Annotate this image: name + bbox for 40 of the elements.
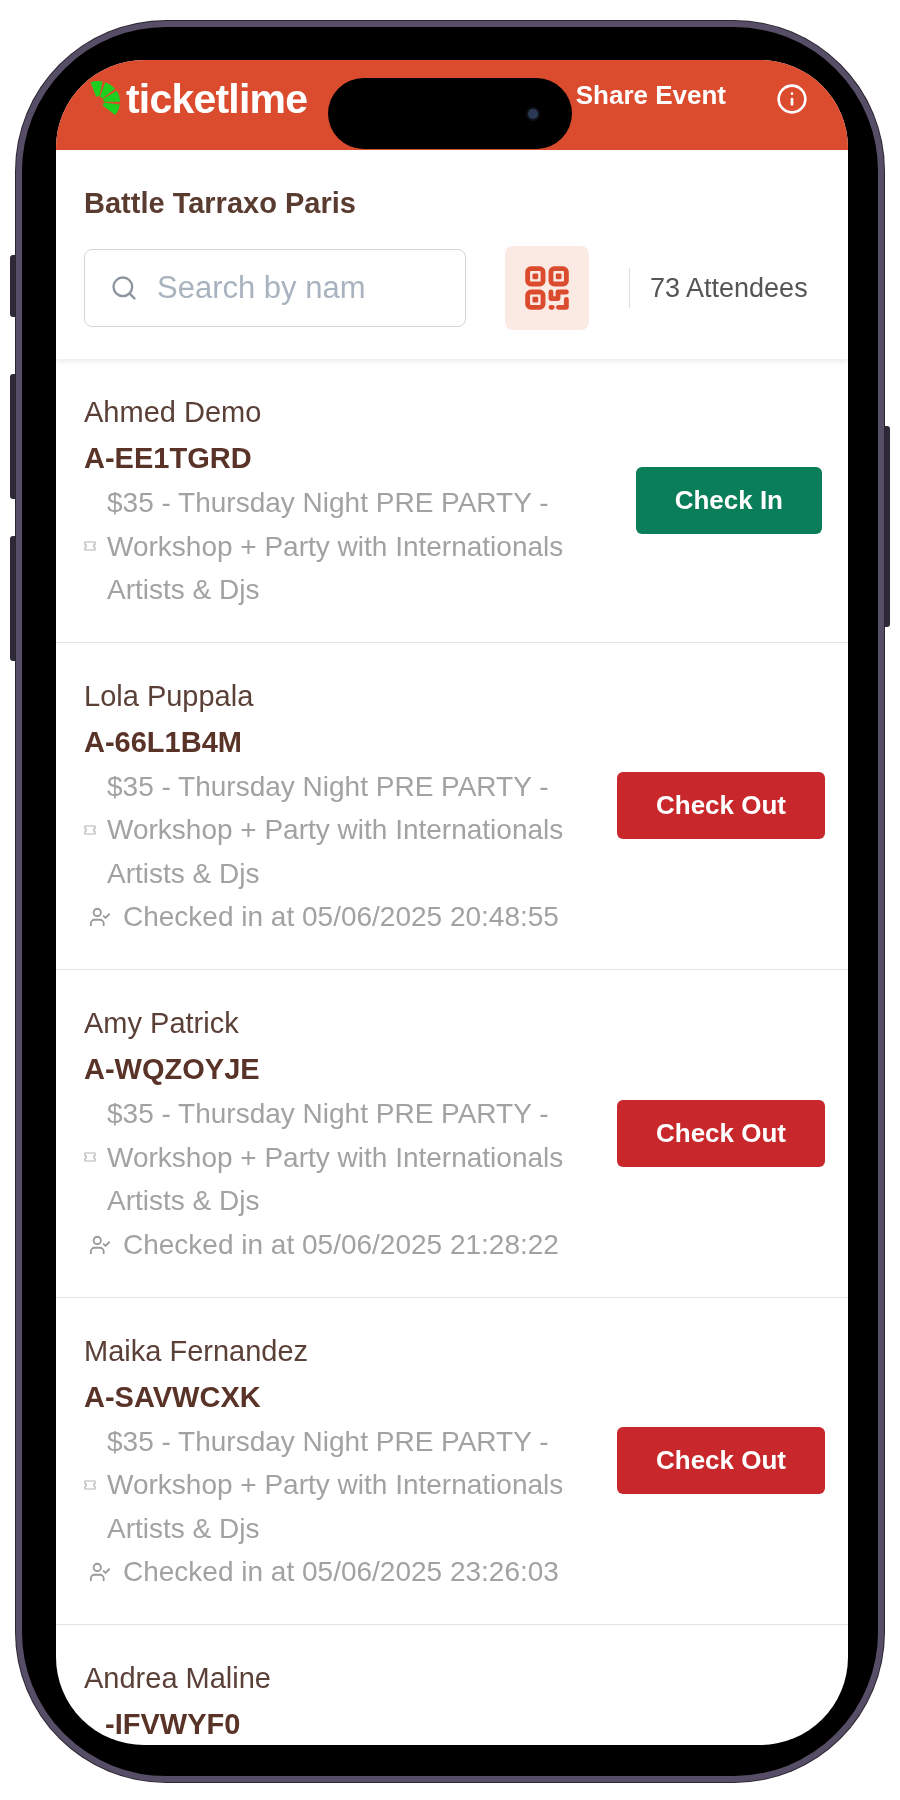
ticket-description: $35 - Thursday Night PRE PARTY - Workshop + Party with Internationals Artists & Djs (107, 486, 565, 607)
check-in-button[interactable]: Check In (635, 466, 822, 534)
lime-slice-icon (90, 81, 120, 115)
ticket-icon (84, 1479, 96, 1490)
ticket-icon (84, 824, 96, 835)
search-icon (110, 274, 138, 302)
ticket-description: $35 - Thursday Night PRE PARTY - Workshop + Party with Internationals Artists & Djs (107, 1424, 565, 1546)
user-check-icon (89, 1561, 111, 1583)
user-check-icon (89, 1233, 111, 1256)
ticket-code: A-WQZOYJE (84, 1052, 260, 1087)
check-in-time: Checked in at 05/06/2025 23:26:03 (123, 1555, 559, 1589)
camera-lens-icon (526, 107, 540, 121)
share-event-button[interactable]: Share Event (575, 78, 726, 112)
ticket-icon (84, 1152, 96, 1163)
event-title: Battle Tarraxo Paris (84, 186, 357, 220)
ticket-code: A-66L1B4M (84, 724, 242, 760)
ticket-icon (84, 541, 96, 552)
qr-code-icon (525, 266, 569, 310)
ticket-code: -IFVWYF0 (105, 1707, 241, 1742)
attendee-count: 73 Attendees (650, 272, 808, 305)
ticket-description: $35 - Thursday Night PRE PARTY - Workshop + Party with Internationals Artists & Djs (107, 1097, 565, 1218)
check-in-time: Checked in at 05/06/2025 20:48:55 (123, 900, 559, 934)
check-out-button[interactable]: Check Out (617, 1427, 826, 1495)
search-field[interactable]: Search by nam (84, 249, 466, 327)
ticket-description: $35 - Thursday Night PRE PARTY - Workshop + Party with Internationals Artists & Djs (107, 769, 565, 891)
qr-scan-button[interactable] (505, 246, 589, 330)
check-out-button[interactable]: Check Out (617, 1099, 826, 1167)
attendee-name: Ahmed Demo (84, 395, 263, 430)
check-out-button[interactable]: Check Out (617, 772, 826, 840)
info-icon (776, 83, 808, 115)
logo-wordmark: ticketlime (126, 81, 308, 117)
ticket-code: A-SAVWCXK (84, 1379, 261, 1415)
check-in-time: Checked in at 05/06/2025 21:28:22 (123, 1227, 559, 1262)
attendee-name: Maika Fernandez (84, 1333, 310, 1369)
user-check-icon (89, 906, 111, 928)
attendee-name: Amy Patrick (84, 1006, 240, 1041)
info-button[interactable] (776, 83, 808, 115)
attendee-name: Lola Puppala (84, 678, 255, 714)
ticket-code: A-EE1TGRD (84, 441, 252, 476)
attendee-name: Andrea Maline (84, 1661, 272, 1696)
